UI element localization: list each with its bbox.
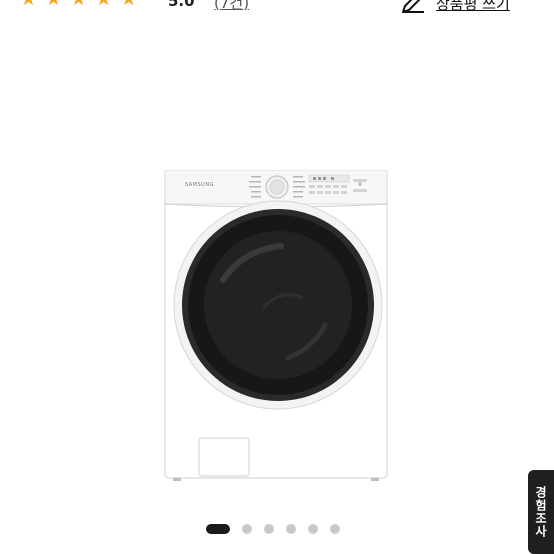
gallery-dot-active[interactable] [206,524,230,534]
rating-stars: ★ ★ ★ ★ ★ [20,0,137,9]
product-image-gallery[interactable]: SAMSUNG [0,40,554,510]
gallery-pagination [206,524,340,534]
gallery-dot[interactable] [264,524,274,534]
write-review-button[interactable]: 상품평 쓰기 [400,0,510,14]
brand-logo: SAMSUNG [185,182,214,188]
star-icon: ★ [95,0,112,9]
gallery-dot[interactable] [308,524,318,534]
star-icon: ★ [20,0,37,9]
write-review-label: 상품평 쓰기 [436,0,510,13]
rating-bar: ★ ★ ★ ★ ★ 5.0 (7건) 상품평 쓰기 [0,0,554,22]
rating-score: 5.0 [168,0,195,10]
pencil-icon [402,0,424,13]
gallery-dot[interactable] [242,524,252,534]
gallery-dot[interactable] [330,524,340,534]
star-icon: ★ [45,0,62,9]
star-icon: ★ [120,0,137,9]
gallery-dot[interactable] [286,524,296,534]
review-count-link[interactable]: (7건) [214,0,249,13]
survey-label: 경험조사 [533,486,548,538]
washing-machine-image: SAMSUNG [164,170,388,481]
star-icon: ★ [70,0,87,9]
experience-survey-tab[interactable]: 경험조사 [528,470,554,554]
